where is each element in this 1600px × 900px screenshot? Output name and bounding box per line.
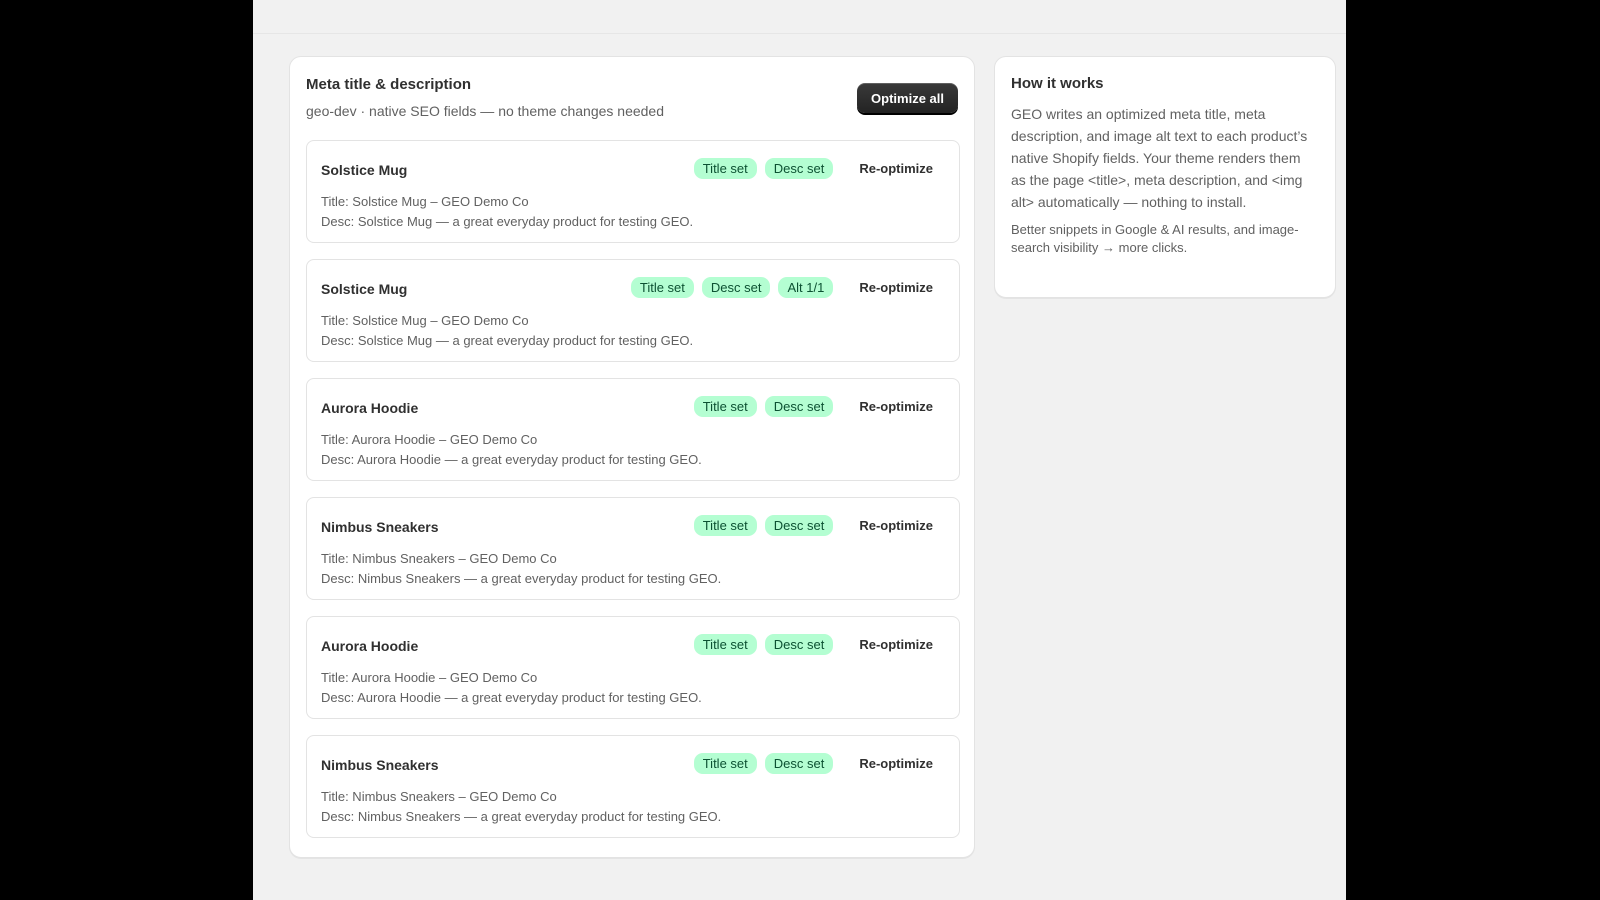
status-badge: Desc set <box>764 515 834 536</box>
status-badge: Title set <box>693 515 757 536</box>
row-actions: Title set Desc set Re-optimize <box>693 634 945 655</box>
optimize-all-button[interactable]: Optimize all <box>857 83 958 113</box>
re-optimize-button[interactable]: Re-optimize <box>847 158 945 179</box>
status-badge: Alt 1/1 <box>778 277 834 298</box>
row-actions: Title set Desc set Re-optimize <box>693 515 945 536</box>
status-badge: Desc set <box>764 158 834 179</box>
meta-title-value: Title: Aurora Hoodie – GEO Demo Co <box>321 432 538 447</box>
meta-title-value: Title: Aurora Hoodie – GEO Demo Co <box>321 670 538 685</box>
meta-description-value: Desc: Nimbus Sneakers — a great everyday… <box>321 571 722 586</box>
status-badge: Desc set <box>701 277 771 298</box>
product-name: Nimbus Sneakers <box>321 757 439 773</box>
product-name: Solstice Mug <box>321 162 408 178</box>
product-row: Solstice Mug Title set Desc set Re-optimize… <box>306 140 960 243</box>
product-name: Solstice Mug <box>321 281 408 297</box>
re-optimize-button[interactable]: Re-optimize <box>847 277 945 298</box>
app-frame: Meta title & description geo-dev · nativ… <box>253 0 1346 900</box>
product-name: Aurora Hoodie <box>321 638 419 654</box>
meta-description-value: Desc: Aurora Hoodie — a great everyday p… <box>321 690 702 705</box>
how-it-works-card: How it works GEO writes an optimized met… <box>994 56 1336 298</box>
status-badge: Title set <box>693 396 757 417</box>
meta-description-value: Desc: Solstice Mug — a great everyday pr… <box>321 214 694 229</box>
meta-description-value: Desc: Aurora Hoodie — a great everyday p… <box>321 452 702 467</box>
how-it-works-body: GEO writes an optimized meta title, meta… <box>1011 106 1308 210</box>
row-actions: Title set Desc set Re-optimize <box>693 753 945 774</box>
row-actions: Title set Desc set Alt 1/1 Re-optimize <box>630 277 945 298</box>
status-badge: Title set <box>693 753 757 774</box>
meta-title-value: Title: Nimbus Sneakers – GEO Demo Co <box>321 551 557 566</box>
status-badge: Title set <box>693 634 757 655</box>
meta-title-value: Title: Solstice Mug – GEO Demo Co <box>321 313 529 328</box>
row-actions: Title set Desc set Re-optimize <box>693 396 945 417</box>
product-row: Solstice Mug Title set Desc set Alt 1/1 Re-o… <box>306 259 960 362</box>
status-badge: Desc set <box>764 396 834 417</box>
card-subtitle: geo-dev · native SEO fields — no theme c… <box>306 103 664 119</box>
product-list: Solstice Mug Title set Desc set Re-optimize… <box>306 140 960 854</box>
product-row: Nimbus Sneakers Title set Desc set Re-optim… <box>306 735 960 838</box>
re-optimize-button[interactable]: Re-optimize <box>847 515 945 536</box>
meta-title-value: Title: Nimbus Sneakers – GEO Demo Co <box>321 789 557 804</box>
re-optimize-button[interactable]: Re-optimize <box>847 634 945 655</box>
product-row: Aurora Hoodie Title set Desc set Re-optimiz… <box>306 378 960 481</box>
top-bar <box>253 0 1346 34</box>
status-badge: Title set <box>630 277 694 298</box>
product-name: Aurora Hoodie <box>321 400 419 416</box>
card-title: Meta title & description <box>306 76 472 93</box>
product-row: Aurora Hoodie Title set Desc set Re-optimiz… <box>306 616 960 719</box>
re-optimize-button[interactable]: Re-optimize <box>847 753 945 774</box>
product-name: Nimbus Sneakers <box>321 519 439 535</box>
meta-description-value: Desc: Nimbus Sneakers — a great everyday… <box>321 809 722 824</box>
meta-description-value: Desc: Solstice Mug — a great everyday pr… <box>321 333 694 348</box>
status-badge: Desc set <box>764 634 834 655</box>
product-row: Nimbus Sneakers Title set Desc set Re-optim… <box>306 497 960 600</box>
how-it-works-note: Better snippets in Google & AI results, … <box>1011 222 1299 255</box>
how-it-works-title: How it works <box>1011 75 1104 92</box>
status-badge: Desc set <box>764 753 834 774</box>
row-actions: Title set Desc set Re-optimize <box>693 158 945 179</box>
meta-fields-card: Meta title & description geo-dev · nativ… <box>289 56 975 858</box>
status-badge: Title set <box>693 158 757 179</box>
re-optimize-button[interactable]: Re-optimize <box>847 396 945 417</box>
meta-title-value: Title: Solstice Mug – GEO Demo Co <box>321 194 529 209</box>
